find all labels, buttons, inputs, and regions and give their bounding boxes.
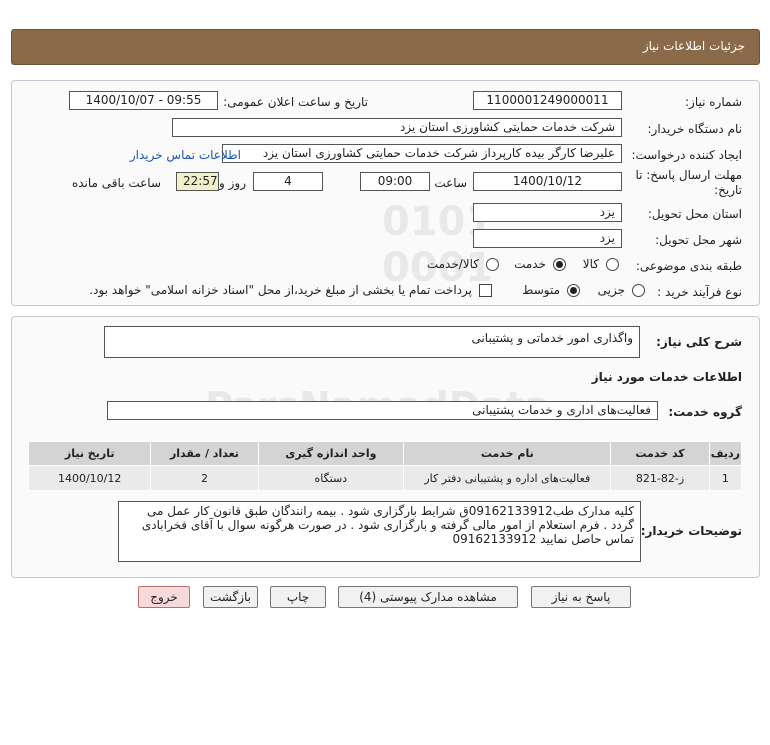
remaining-time-field: 22:57:23 xyxy=(176,172,219,191)
cell-row: 1 xyxy=(708,465,743,491)
col-header-qty: تعداد / مقدار xyxy=(150,441,259,466)
service-group-field: فعالیت‌های اداری و خدمات پشتیبانی xyxy=(107,401,658,420)
city-field: یزد xyxy=(473,229,622,248)
creator-field: علیرضا کارگر بیده کارپرداز شرکت خدمات حم… xyxy=(222,144,622,163)
cell-date: 1400/10/12 xyxy=(27,465,152,491)
cell-unit: دستگاه xyxy=(257,465,405,491)
cell-qty: 2 xyxy=(150,465,259,491)
services-info-title: اطلاعات خدمات مورد نیاز xyxy=(591,370,742,384)
table-header-row: ردیف کد خدمت نام خدمت واحد اندازه گیری ت… xyxy=(27,441,743,466)
buyer-contact-link[interactable]: اطلاعات تماس خریدار xyxy=(130,148,241,162)
table-row: 1 ز-82-821 فعالیت‌های اداره و پشتیبانی د… xyxy=(27,465,743,491)
reply-button[interactable]: پاسخ به نیاز xyxy=(531,586,631,608)
deadline-time-label: ساعت xyxy=(434,176,467,190)
buyer-notes-label: توضیحات خریدار: xyxy=(640,524,742,538)
process-option-medium: متوسط xyxy=(522,283,560,297)
category-radio-goods[interactable] xyxy=(606,258,619,271)
print-button[interactable]: چاپ xyxy=(270,586,326,608)
buyer-notes-text: کلیه مدارک طب09162133912ق شرایط بارگزاری… xyxy=(141,504,634,546)
buyer-org-field: شرکت خدمات حمایتی کشاورزی استان یزد xyxy=(172,118,622,137)
category-radio-goods-service[interactable] xyxy=(486,258,499,271)
treasury-payment-checkbox[interactable] xyxy=(479,284,492,297)
treasury-payment-note: پرداخت تمام یا بخشی از مبلغ خرید،از محل … xyxy=(89,283,472,297)
page-title: جزئیات اطلاعات نیاز xyxy=(642,39,745,53)
announce-label: تاریخ و ساعت اعلان عمومی: xyxy=(223,95,368,109)
general-desc-label: شرح کلی نیاز: xyxy=(656,335,742,349)
back-button[interactable]: بازگشت xyxy=(203,586,258,608)
view-attachments-button[interactable]: مشاهده مدارک پیوستی (4) xyxy=(338,586,518,608)
days-field: 4 xyxy=(253,172,323,191)
need-number-field: 1100001249000011 xyxy=(473,91,622,110)
city-label: شهر محل تحویل: xyxy=(655,233,742,247)
service-group-label: گروه خدمت: xyxy=(668,405,742,419)
general-desc-text: واگذاری امور خدماتی و پشتیبانی xyxy=(471,331,633,345)
category-label: طبقه بندی موضوعی: xyxy=(635,259,742,273)
category-option-goods: کالا xyxy=(582,257,599,271)
col-header-unit: واحد اندازه گیری xyxy=(257,441,405,466)
exit-button[interactable]: خروج xyxy=(138,586,190,608)
process-radio-medium[interactable] xyxy=(567,284,580,297)
cell-code: ز-82-821 xyxy=(610,465,710,491)
general-desc-field: واگذاری امور خدماتی و پشتیبانی xyxy=(104,326,640,358)
process-radio-minor[interactable] xyxy=(632,284,645,297)
province-label: استان محل تحویل: xyxy=(647,207,742,221)
buyer-notes-field: کلیه مدارک طب09162133912ق شرایط بارگزاری… xyxy=(118,501,641,562)
deadline-time-field: 09:00 xyxy=(360,172,430,191)
process-option-minor: جزیی xyxy=(597,283,625,297)
deadline-label: مهلت ارسال پاسخ: تا xyxy=(635,168,742,182)
col-header-name: نام خدمت xyxy=(403,441,612,466)
remaining-label: ساعت باقی مانده xyxy=(71,176,161,190)
services-table: ردیف کد خدمت نام خدمت واحد اندازه گیری ت… xyxy=(27,441,743,491)
col-header-date: تاریخ نیاز xyxy=(27,441,152,466)
creator-label: ایجاد کننده درخواست: xyxy=(631,148,742,162)
category-radio-service[interactable] xyxy=(553,258,566,271)
announce-field: 1400/10/07 - 09:55 xyxy=(69,91,218,110)
process-label: نوع فرآیند خرید : xyxy=(657,285,742,299)
buyer-org-label: نام دستگاه خریدار: xyxy=(647,122,743,136)
deadline-label-date: تاریخ: xyxy=(714,183,742,197)
cell-name: فعالیت‌های اداره و پشتیبانی دفتر کار xyxy=(403,465,612,491)
page-header: جزئیات اطلاعات نیاز xyxy=(11,29,760,65)
category-option-goods-service: کالا/خدمت xyxy=(426,257,479,271)
deadline-date-field: 1400/10/12 xyxy=(473,172,622,191)
need-number-label: شماره نیاز: xyxy=(685,95,742,109)
category-option-service: خدمت xyxy=(514,257,546,271)
days-label: روز و xyxy=(219,176,246,190)
province-field: یزد xyxy=(473,203,622,222)
col-header-code: کد خدمت xyxy=(610,441,710,466)
col-header-row: ردیف xyxy=(708,441,743,466)
